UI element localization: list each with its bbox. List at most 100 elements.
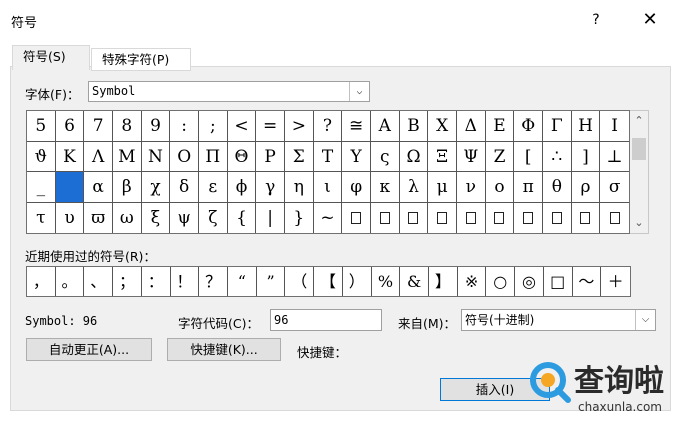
symbol-cell[interactable]: 6 bbox=[55, 111, 85, 142]
symbol-cell[interactable] bbox=[572, 202, 601, 233]
symbol-cell[interactable]: Λ bbox=[84, 141, 113, 172]
symbol-cell[interactable]: ϕ bbox=[227, 172, 257, 203]
symbol-cell[interactable]: Κ bbox=[55, 141, 85, 172]
symbol-cell[interactable]: ι bbox=[313, 172, 343, 203]
symbol-cell[interactable] bbox=[543, 202, 572, 233]
symbol-grid[interactable]: 5 6 7 8 9:; < = >? ≅ Α Β Χ Δ Ε Φ Γ Η Ιϑ Κ Λ Μ Ν Ο Π Θ Ρ Σ Τ Υς Ω Ξ Ψ Ζ[∴… bbox=[26, 110, 630, 234]
symbol-cell[interactable]: Ξ bbox=[428, 141, 457, 172]
symbol-cell[interactable]: Θ bbox=[227, 141, 257, 172]
recent-symbol-cell[interactable]: ？ bbox=[199, 267, 228, 296]
symbol-cell[interactable]: { bbox=[228, 202, 257, 233]
symbol-cell[interactable]: Τ bbox=[313, 141, 343, 172]
symbol-cell[interactable]: Γ bbox=[542, 111, 572, 142]
chevron-down-icon[interactable]: ⌵ bbox=[635, 310, 655, 330]
symbol-cell[interactable]: ς bbox=[370, 141, 400, 172]
chevron-down-icon[interactable]: ⌵ bbox=[349, 82, 369, 101]
symbol-cell[interactable]: ψ bbox=[170, 202, 199, 233]
scroll-thumb[interactable] bbox=[632, 138, 646, 160]
recent-symbol-cell[interactable]: 【 bbox=[314, 267, 343, 296]
symbol-cell[interactable]: φ bbox=[342, 172, 371, 203]
symbol-cell[interactable]: Ρ bbox=[256, 141, 285, 172]
symbol-cell[interactable]: Ω bbox=[399, 141, 429, 172]
symbol-cell[interactable]: Ο bbox=[170, 141, 199, 172]
symbol-cell[interactable] bbox=[486, 202, 515, 233]
symbol-cell[interactable]: υ bbox=[56, 202, 85, 233]
symbol-cell[interactable]: λ bbox=[399, 172, 429, 203]
symbol-cell[interactable]: ω bbox=[113, 202, 142, 233]
close-button[interactable]: ✕ bbox=[638, 8, 662, 32]
recent-symbol-cell[interactable]: □ bbox=[544, 267, 573, 296]
recent-symbol-cell[interactable]: ！ bbox=[171, 267, 200, 296]
symbol-cell[interactable]: Σ bbox=[284, 141, 314, 172]
symbol-cell[interactable] bbox=[55, 172, 85, 203]
tab-special-characters[interactable]: 特殊字符(P) bbox=[91, 48, 191, 71]
recent-symbol-cell[interactable]: ） bbox=[343, 267, 372, 296]
symbol-cell[interactable]: χ bbox=[141, 172, 171, 203]
symbol-cell[interactable] bbox=[342, 202, 371, 233]
recent-symbol-cell[interactable]: “ bbox=[228, 267, 257, 296]
scroll-down-icon[interactable]: ⌄ bbox=[630, 213, 648, 233]
charcode-input[interactable]: 96 bbox=[270, 309, 382, 331]
symbol-cell[interactable]: ϖ bbox=[84, 202, 113, 233]
symbol-cell[interactable]: > bbox=[284, 111, 314, 142]
symbol-cell[interactable]: Χ bbox=[428, 111, 457, 142]
symbol-cell[interactable]: Φ bbox=[514, 111, 543, 142]
symbol-cell[interactable]: δ bbox=[170, 172, 199, 203]
symbol-cell[interactable]: η bbox=[284, 172, 314, 203]
symbol-cell[interactable]: < bbox=[227, 111, 257, 142]
recent-symbol-cell[interactable]: ＋ bbox=[601, 267, 630, 296]
symbol-cell[interactable]: 8 bbox=[112, 111, 142, 142]
symbol-cell[interactable]: Β bbox=[399, 111, 429, 142]
symbol-cell[interactable] bbox=[514, 202, 543, 233]
symbol-cell[interactable]: = bbox=[256, 111, 285, 142]
shortcut-key-button[interactable]: 快捷键(K)... bbox=[167, 338, 281, 361]
recent-symbol-cell[interactable]: ○ bbox=[486, 267, 516, 296]
symbol-cell[interactable]: Ε bbox=[485, 111, 515, 142]
symbol-cell[interactable]: Υ bbox=[342, 141, 371, 172]
symbol-cell[interactable]: ∴ bbox=[542, 141, 572, 172]
autocorrect-button[interactable]: 自动更正(A)... bbox=[26, 338, 152, 361]
tab-symbols[interactable]: 符号(S) bbox=[12, 45, 90, 70]
symbol-cell[interactable]: ] bbox=[571, 141, 601, 172]
recent-symbols-grid[interactable]: ，。、；：！？ “” （【）% &】 ※ ○ ◎ □ ～＋ bbox=[26, 266, 631, 297]
recent-symbol-cell[interactable]: % bbox=[372, 267, 401, 296]
symbol-cell[interactable]: ; bbox=[198, 111, 228, 142]
symbol-cell[interactable]: τ bbox=[27, 202, 56, 233]
recent-symbol-cell[interactable]: & bbox=[400, 267, 429, 296]
symbol-cell[interactable]: ~ bbox=[314, 202, 343, 233]
symbol-cell[interactable]: Ν bbox=[141, 141, 171, 172]
symbol-cell[interactable]: α bbox=[84, 172, 113, 203]
symbol-cell[interactable]: ρ bbox=[571, 172, 601, 203]
symbol-cell[interactable]: θ bbox=[542, 172, 572, 203]
font-select[interactable]: Symbol ⌵ bbox=[88, 81, 370, 102]
symbol-cell[interactable]: ≅ bbox=[342, 111, 371, 142]
symbol-cell[interactable]: κ bbox=[370, 172, 400, 203]
symbol-cell[interactable]: σ bbox=[600, 172, 629, 203]
symbol-cell[interactable]: ⊥ bbox=[600, 142, 629, 172]
symbol-cell[interactable]: Α bbox=[370, 111, 400, 142]
recent-symbol-cell[interactable]: ； bbox=[113, 267, 142, 296]
help-button[interactable]: ? bbox=[585, 9, 607, 31]
symbol-cell[interactable] bbox=[428, 202, 457, 233]
symbol-cell[interactable]: } bbox=[285, 202, 314, 233]
symbol-cell[interactable]: Η bbox=[571, 111, 601, 142]
symbol-cell[interactable]: 9 bbox=[141, 111, 171, 142]
symbol-cell[interactable]: ε bbox=[198, 172, 228, 203]
symbol-cell[interactable]: _ bbox=[27, 172, 56, 203]
symbol-cell[interactable]: | bbox=[256, 202, 285, 233]
grid-scrollbar[interactable]: ⌃ ⌄ bbox=[630, 110, 649, 234]
from-select[interactable]: 符号(十进制) ⌵ bbox=[461, 309, 656, 331]
recent-symbol-cell[interactable]: 】 bbox=[429, 267, 458, 296]
recent-symbol-cell[interactable]: ： bbox=[142, 267, 171, 296]
symbol-cell[interactable]: [ bbox=[514, 141, 543, 172]
recent-symbol-cell[interactable]: （ bbox=[285, 267, 315, 296]
symbol-cell[interactable]: ϑ bbox=[27, 141, 56, 172]
symbol-cell[interactable]: 5 bbox=[27, 111, 56, 142]
symbol-cell[interactable]: Δ bbox=[456, 111, 486, 142]
symbol-cell[interactable]: β bbox=[112, 172, 142, 203]
symbol-cell[interactable]: ν bbox=[456, 172, 486, 203]
symbol-cell[interactable]: Π bbox=[198, 141, 228, 172]
symbol-cell[interactable] bbox=[400, 202, 429, 233]
recent-symbol-cell[interactable]: ” bbox=[257, 267, 286, 296]
symbol-cell[interactable]: 7 bbox=[84, 111, 113, 142]
